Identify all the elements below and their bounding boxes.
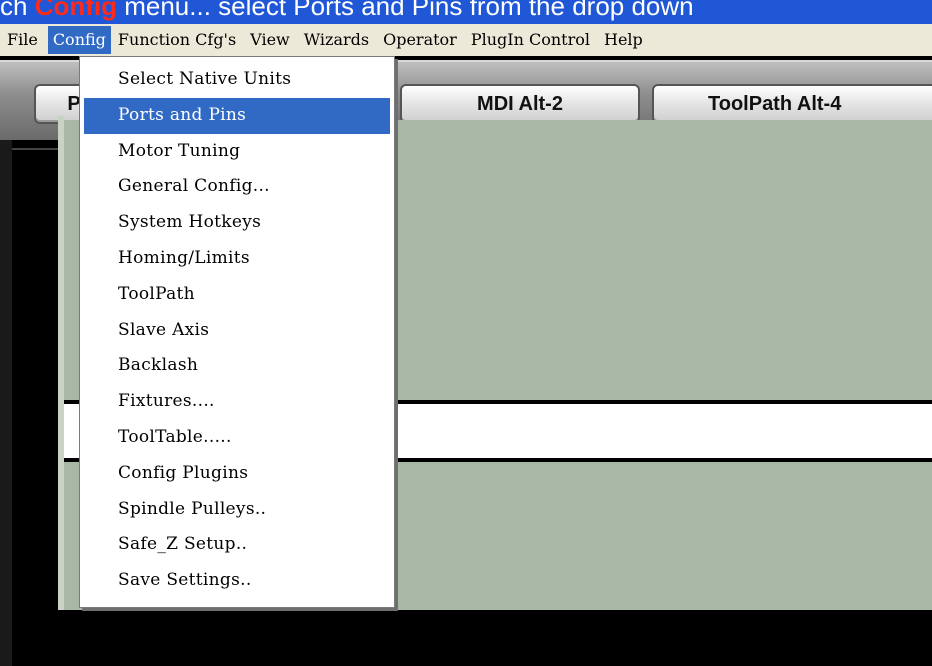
menu-item-system-hotkeys[interactable]: System Hotkeys xyxy=(80,205,394,241)
window-title: ch Config menu... select Ports and Pins … xyxy=(0,0,694,22)
tab-mdi[interactable]: MDI Alt-2 xyxy=(400,84,640,124)
menu-item-general-config[interactable]: General Config... xyxy=(80,169,394,205)
title-text-end: menu... select Ports and Pins from the d… xyxy=(117,0,694,21)
menu-item-spindle-pulleys[interactable]: Spindle Pulleys.. xyxy=(80,492,394,528)
menu-help[interactable]: Help xyxy=(597,26,650,54)
menu-item-config-plugins[interactable]: Config Plugins xyxy=(80,456,394,492)
menu-item-safe-z-setup[interactable]: Safe_Z Setup.. xyxy=(80,527,394,563)
menu-plugin-control[interactable]: PlugIn Control xyxy=(464,26,597,54)
menu-item-tooltable[interactable]: ToolTable..... xyxy=(80,420,394,456)
menu-item-save-settings[interactable]: Save Settings.. xyxy=(80,563,394,599)
left-frame-strip xyxy=(0,140,12,666)
menu-item-toolpath[interactable]: ToolPath xyxy=(80,277,394,313)
menu-bar: File Config Function Cfg's View Wizards … xyxy=(0,24,932,56)
menu-wizards[interactable]: Wizards xyxy=(297,26,376,54)
menu-item-ports-and-pins[interactable]: Ports and Pins xyxy=(84,97,390,134)
menu-config[interactable]: Config xyxy=(47,26,111,54)
tab-toolpath-label: ToolPath Alt-4 xyxy=(708,92,842,115)
window-title-bar: ch Config menu... select Ports and Pins … xyxy=(0,0,932,24)
menu-item-homing-limits[interactable]: Homing/Limits xyxy=(80,241,394,277)
menu-item-slave-axis[interactable]: Slave Axis xyxy=(80,313,394,349)
menu-item-fixtures[interactable]: Fixtures.... xyxy=(80,384,394,420)
config-dropdown-menu: Select Native Units Ports and Pins Motor… xyxy=(79,56,395,608)
menu-item-select-native-units[interactable]: Select Native Units xyxy=(80,62,394,98)
menu-item-motor-tuning[interactable]: Motor Tuning xyxy=(80,134,394,170)
menu-operator[interactable]: Operator xyxy=(376,26,464,54)
menu-item-backlash[interactable]: Backlash xyxy=(80,348,394,384)
title-text-config: Config xyxy=(34,0,117,21)
menu-function-cfgs[interactable]: Function Cfg's xyxy=(111,26,243,54)
tab-toolpath[interactable]: ToolPath Alt-4 xyxy=(652,84,932,124)
menu-view[interactable]: View xyxy=(243,26,297,54)
tab-mdi-label: MDI Alt-2 xyxy=(477,92,563,115)
menu-file[interactable]: File xyxy=(0,26,45,54)
title-text-start: ch xyxy=(0,0,35,21)
